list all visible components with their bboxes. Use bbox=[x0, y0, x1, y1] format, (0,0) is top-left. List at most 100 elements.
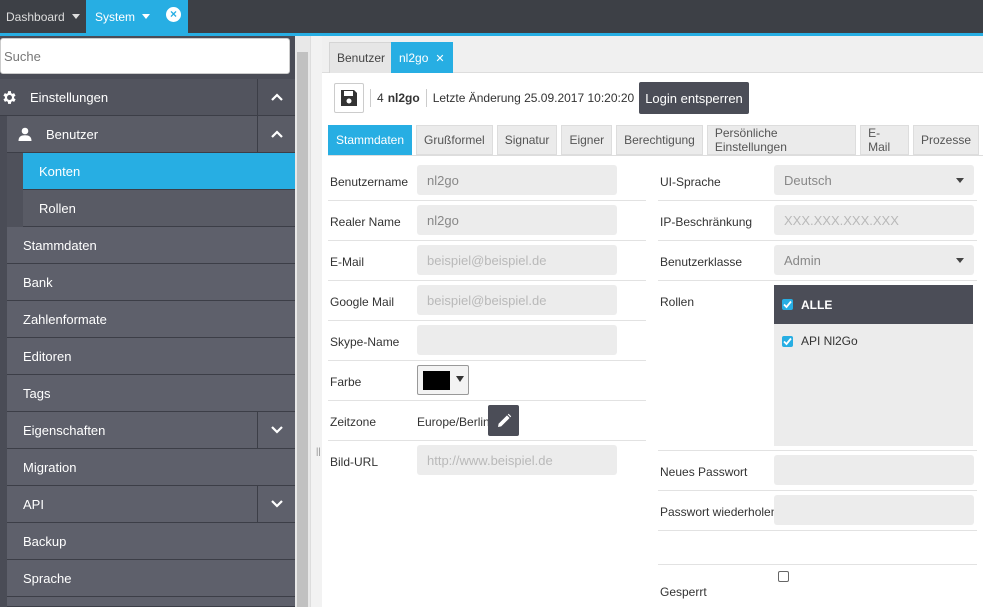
chevron-down-icon bbox=[142, 14, 151, 19]
tab-label: Berechtigung bbox=[624, 133, 695, 147]
chevron-up-icon[interactable] bbox=[257, 79, 295, 115]
color-picker[interactable] bbox=[417, 365, 469, 395]
record-id: 4 bbox=[377, 91, 384, 105]
tab-label: E-Mail bbox=[868, 126, 891, 154]
sidebar-item-zahlenformate[interactable]: Zahlenformate bbox=[7, 301, 295, 338]
realname-input[interactable]: nl2go bbox=[417, 205, 617, 235]
tab-nl2go[interactable]: nl2go ✕ bbox=[391, 42, 453, 73]
chevron-down-icon[interactable] bbox=[257, 486, 295, 522]
tab-email[interactable]: E-Mail bbox=[860, 125, 909, 155]
imageurl-input[interactable]: http://www.beispiel.de bbox=[417, 445, 617, 475]
tab-label: Signatur bbox=[504, 133, 550, 147]
field-googlemail: Google Mail beispiel@beispiel.de bbox=[328, 281, 646, 321]
locked-checkbox[interactable] bbox=[778, 571, 789, 582]
sidebar-item-backup[interactable]: Backup bbox=[7, 523, 295, 560]
checkbox-checked[interactable] bbox=[782, 299, 793, 310]
field-label: Neues Passwort bbox=[660, 465, 748, 479]
panel-splitter[interactable]: || bbox=[310, 36, 322, 607]
role-item[interactable]: API Nl2Go bbox=[774, 329, 973, 353]
chevron-down-icon bbox=[71, 14, 80, 19]
field-skype: Skype-Name bbox=[328, 321, 646, 361]
sidebar-item-stammdaten[interactable]: Stammdaten bbox=[7, 227, 295, 264]
select-value: Admin bbox=[784, 252, 821, 268]
field-locked: Gesperrt bbox=[658, 571, 977, 607]
field-label: Bild-URL bbox=[330, 455, 379, 469]
field-label: Google Mail bbox=[330, 295, 395, 309]
sidebar-scrollbar[interactable] bbox=[295, 36, 310, 607]
sidebar-item-label: Stammdaten bbox=[23, 237, 97, 253]
search-input[interactable] bbox=[0, 38, 290, 74]
tab-prozesse[interactable]: Prozesse bbox=[912, 125, 979, 155]
record-name: nl2go bbox=[387, 91, 420, 105]
user-icon bbox=[18, 127, 32, 141]
scrollbar-thumb[interactable] bbox=[297, 52, 308, 607]
sidebar-item-konten[interactable]: Konten bbox=[23, 153, 295, 190]
checkmark-icon bbox=[783, 337, 792, 345]
tab-eigner[interactable]: Eigner bbox=[561, 125, 613, 155]
tab-dashboard[interactable]: Dashboard bbox=[0, 0, 84, 33]
tab-signatur[interactable]: Signatur bbox=[496, 125, 558, 155]
ip-restriction-input[interactable]: XXX.XXX.XXX.XXX bbox=[774, 205, 974, 235]
checkbox-checked[interactable] bbox=[782, 335, 793, 347]
tab-label: Eigner bbox=[569, 133, 605, 147]
field-label: Passwort wiederholen bbox=[660, 505, 778, 519]
field-color: Farbe bbox=[328, 361, 646, 401]
skype-input[interactable] bbox=[417, 325, 617, 355]
field-label: UI-Sprache bbox=[660, 175, 721, 189]
tab-berechtigung[interactable]: Berechtigung bbox=[616, 125, 703, 155]
sidebar-item-tags[interactable]: Tags bbox=[7, 375, 295, 412]
sidebar-item-label: Tags bbox=[23, 385, 51, 401]
sidebar-item-einstellungen[interactable]: Einstellungen bbox=[0, 79, 295, 116]
tab-stammdaten[interactable]: Stammdaten bbox=[328, 125, 413, 155]
field-label: Benutzerklasse bbox=[660, 255, 743, 269]
sidebar-item-sprache[interactable]: Sprache bbox=[7, 560, 295, 597]
last-change-text: Letzte Änderung 25.09.2017 10:20:20 bbox=[432, 91, 635, 105]
sidebar-item-eigenschaften[interactable]: Eigenschaften bbox=[7, 412, 295, 449]
sidebar-item-label: Einstellungen bbox=[30, 89, 109, 105]
username-input[interactable]: nl2go bbox=[417, 165, 617, 195]
field-imageurl: Bild-URL http://www.beispiel.de bbox=[328, 441, 646, 481]
tab-benutzer[interactable]: Benutzer bbox=[329, 42, 394, 73]
roles-all-row[interactable]: ALLE bbox=[774, 285, 973, 324]
floppy-disk-icon bbox=[341, 90, 357, 106]
save-button[interactable] bbox=[334, 83, 364, 113]
field-timezone: Zeitzone Europe/Berlin bbox=[328, 401, 646, 441]
tab-label: Stammdaten bbox=[336, 133, 405, 147]
tab-divider bbox=[328, 155, 983, 156]
sidebar-item-benutzer[interactable]: Benutzer bbox=[7, 116, 295, 153]
tab-grussformel[interactable]: Grußformel bbox=[416, 125, 493, 155]
field-email: E-Mail beispiel@beispiel.de bbox=[328, 241, 646, 281]
new-password-input[interactable] bbox=[774, 455, 974, 485]
googlemail-input[interactable]: beispiel@beispiel.de bbox=[417, 285, 617, 315]
sidebar-item-label: Rollen bbox=[39, 200, 76, 216]
user-class-select[interactable]: Admin bbox=[774, 245, 974, 275]
repeat-password-input[interactable] bbox=[774, 495, 974, 525]
field-label: Realer Name bbox=[330, 215, 401, 229]
sidebar-item-migration[interactable]: Migration bbox=[7, 449, 295, 486]
role-item-label: API Nl2Go bbox=[801, 334, 858, 348]
chevron-down-icon[interactable] bbox=[257, 412, 295, 448]
sidebar-item-api[interactable]: API bbox=[7, 486, 295, 523]
roles-all-label: ALLE bbox=[801, 297, 833, 312]
sidebar-item-rollen[interactable]: Rollen bbox=[23, 190, 295, 227]
button-label: Login entsperren bbox=[645, 90, 743, 106]
ui-language-select[interactable]: Deutsch bbox=[774, 165, 974, 195]
splitter-grip-icon: || bbox=[316, 446, 321, 456]
tab-system-label: System bbox=[95, 9, 136, 24]
sub-tabs: Benutzer nl2go ✕ bbox=[322, 36, 983, 73]
close-icon[interactable]: × bbox=[166, 7, 181, 22]
sidebar-item-editoren[interactable]: Editoren bbox=[7, 338, 295, 375]
sidebar-item-label: Backup bbox=[23, 533, 67, 549]
edit-timezone-button[interactable] bbox=[488, 405, 519, 436]
chevron-up-icon[interactable] bbox=[257, 116, 295, 152]
close-icon[interactable]: ✕ bbox=[435, 52, 444, 65]
field-label: IP-Beschränkung bbox=[660, 215, 753, 229]
main-panel: Benutzer nl2go ✕ 4 nl2go Letzte Änderung… bbox=[322, 36, 983, 607]
tab-persoenliche-einstellungen[interactable]: Persönliche Einstellungen bbox=[706, 125, 857, 155]
field-label: Skype-Name bbox=[330, 335, 400, 349]
sidebar-item-bank[interactable]: Bank bbox=[7, 264, 295, 301]
email-input[interactable]: beispiel@beispiel.de bbox=[417, 245, 617, 275]
login-unlock-button[interactable]: Login entsperren bbox=[639, 82, 749, 114]
tab-label: Persönliche Einstellungen bbox=[714, 126, 787, 154]
sidebar-item-label: Benutzer bbox=[46, 126, 99, 142]
